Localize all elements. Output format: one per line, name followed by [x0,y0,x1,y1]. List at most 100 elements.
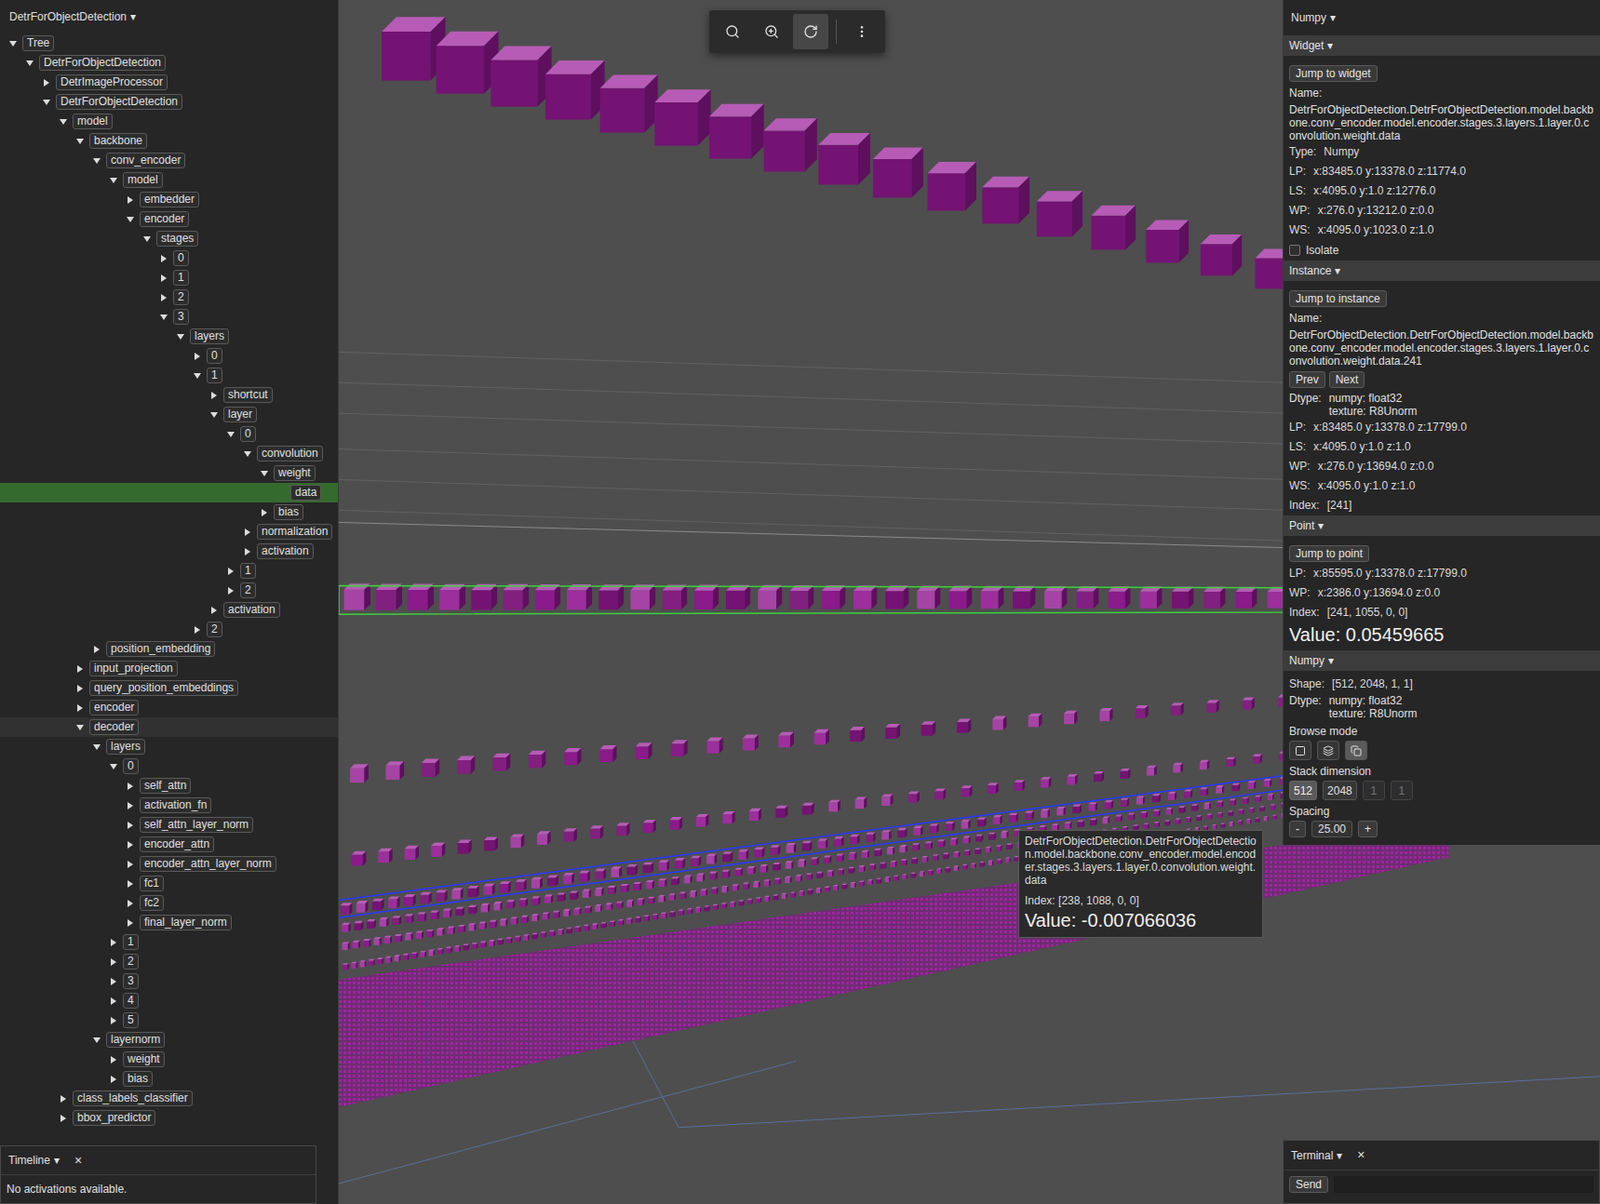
tensor-cube[interactable] [827,870,834,877]
tensor-cube[interactable] [981,176,1030,225]
tensor-cube[interactable] [403,954,410,961]
tensor-cube[interactable] [900,859,908,866]
tree-label[interactable]: position_embedding [106,641,216,658]
tensor-cube[interactable] [479,922,487,930]
tensor-cube[interactable] [1075,586,1099,609]
tensor-cube[interactable] [964,849,971,857]
expand-arrow-icon[interactable] [260,470,269,478]
tensor-cube[interactable] [492,753,511,772]
tree-label[interactable]: activation [223,602,281,619]
expand-arrow-icon[interactable] [93,157,101,165]
tree-label[interactable]: 1 [206,367,223,384]
tensor-cube[interactable] [454,945,461,953]
tensor-cube[interactable] [769,845,780,856]
tensor-cube[interactable] [368,959,376,967]
tensor-cube[interactable] [437,948,444,955]
tensor-cube[interactable] [993,815,1003,825]
tensor-cube[interactable] [549,930,556,938]
tensor-cube[interactable] [1143,823,1150,830]
tree-label[interactable]: 2 [240,582,256,599]
tensor-cube[interactable] [376,583,403,610]
tree-label[interactable]: bias [122,1071,153,1088]
tensor-cube[interactable] [385,956,392,964]
tensor-cube[interactable] [797,859,807,868]
tensor-cube[interactable] [954,851,961,859]
tensor-cube[interactable] [643,820,657,834]
tensor-cube[interactable] [1171,586,1194,608]
close-button[interactable]: × [74,1151,82,1171]
tree-row[interactable]: 5 [0,1010,338,1031]
section-header[interactable]: Widget▾ [1283,35,1600,56]
tensor-cube[interactable] [1211,824,1217,830]
tree-label[interactable]: self_attn [139,778,191,794]
tensor-cube[interactable] [709,872,718,881]
tree-row[interactable]: final_layer_norm [0,913,338,933]
tensor-cube[interactable] [542,912,551,920]
tensor-cube[interactable] [499,918,508,927]
tensor-cube[interactable] [722,811,735,824]
tensor-cube[interactable] [764,896,770,902]
tensor-cube[interactable] [630,584,656,610]
tensor-cube[interactable] [1076,820,1085,828]
tensor-cube[interactable] [732,884,740,891]
tensor-cube[interactable] [497,939,504,946]
expand-arrow-icon[interactable] [42,98,51,107]
tensor-cube[interactable] [721,886,728,893]
tensor-cube[interactable] [893,875,900,882]
tensor-cube[interactable] [499,881,511,893]
tensor-cube[interactable] [376,957,384,965]
tree-row[interactable]: 2 [0,952,338,972]
tensor-cube[interactable] [848,852,857,861]
tensor-cube[interactable] [1072,805,1081,814]
tree-row[interactable]: fc1 [0,873,338,894]
tensor-cube[interactable] [416,931,424,940]
tensor-cube[interactable] [988,833,996,841]
tree-label[interactable]: backbone [89,133,148,149]
tensor-cube[interactable] [927,161,977,211]
tensor-cube[interactable] [654,89,711,146]
tree-row[interactable]: data [0,483,338,503]
tensor-cube[interactable] [1263,779,1273,788]
tensor-cube[interactable] [419,951,427,958]
expand-arrow-icon[interactable] [227,430,235,439]
tensor-cube[interactable] [471,942,479,950]
tree-row[interactable]: backbone [0,131,338,151]
tensor-cube[interactable] [430,843,445,858]
tensor-cube[interactable] [1128,813,1136,821]
tensor-cube[interactable] [1115,815,1123,823]
tensor-cube[interactable] [786,843,797,854]
tensor-cube[interactable] [1254,795,1262,803]
tensor-cube[interactable] [1040,808,1050,819]
tensor-cube[interactable] [690,856,701,867]
tensor-cube[interactable] [388,896,401,909]
toolbar-button[interactable] [844,13,880,50]
tensor-cube[interactable] [912,843,920,851]
tensor-cube[interactable] [1175,819,1182,825]
tensor-cube[interactable] [627,864,639,876]
tree-row[interactable]: 3 [0,971,338,992]
tensor-cube[interactable] [1119,768,1130,780]
browse-mode-button[interactable] [1317,740,1340,761]
tensor-cube[interactable] [531,896,540,905]
tensor-cube[interactable] [372,899,385,912]
tensor-cube[interactable] [778,732,794,749]
tensor-cube[interactable] [662,584,688,610]
tensor-cube[interactable] [1166,807,1173,815]
tensor-cube[interactable] [897,828,907,838]
tree-label[interactable]: weight [273,465,316,482]
tree-label[interactable]: 4 [122,993,139,1009]
tensor-cube[interactable] [393,954,401,962]
tensor-cube[interactable] [828,800,841,813]
tensor-cube[interactable] [703,905,710,912]
tensor-cube[interactable] [506,900,515,909]
tensor-cube[interactable] [363,939,371,947]
expand-arrow-icon[interactable] [109,939,118,947]
tensor-cube[interactable] [352,941,362,950]
tensor-cube[interactable] [1153,809,1161,818]
tensor-cube[interactable] [600,922,607,929]
tree-row[interactable]: DetrImageProcessor [0,72,338,93]
tensor-cube[interactable] [818,838,829,849]
tree-label[interactable]: fc2 [139,895,164,912]
tree-row[interactable]: self_attn_layer_norm [0,815,338,835]
tensor-cube[interactable] [1259,806,1265,812]
